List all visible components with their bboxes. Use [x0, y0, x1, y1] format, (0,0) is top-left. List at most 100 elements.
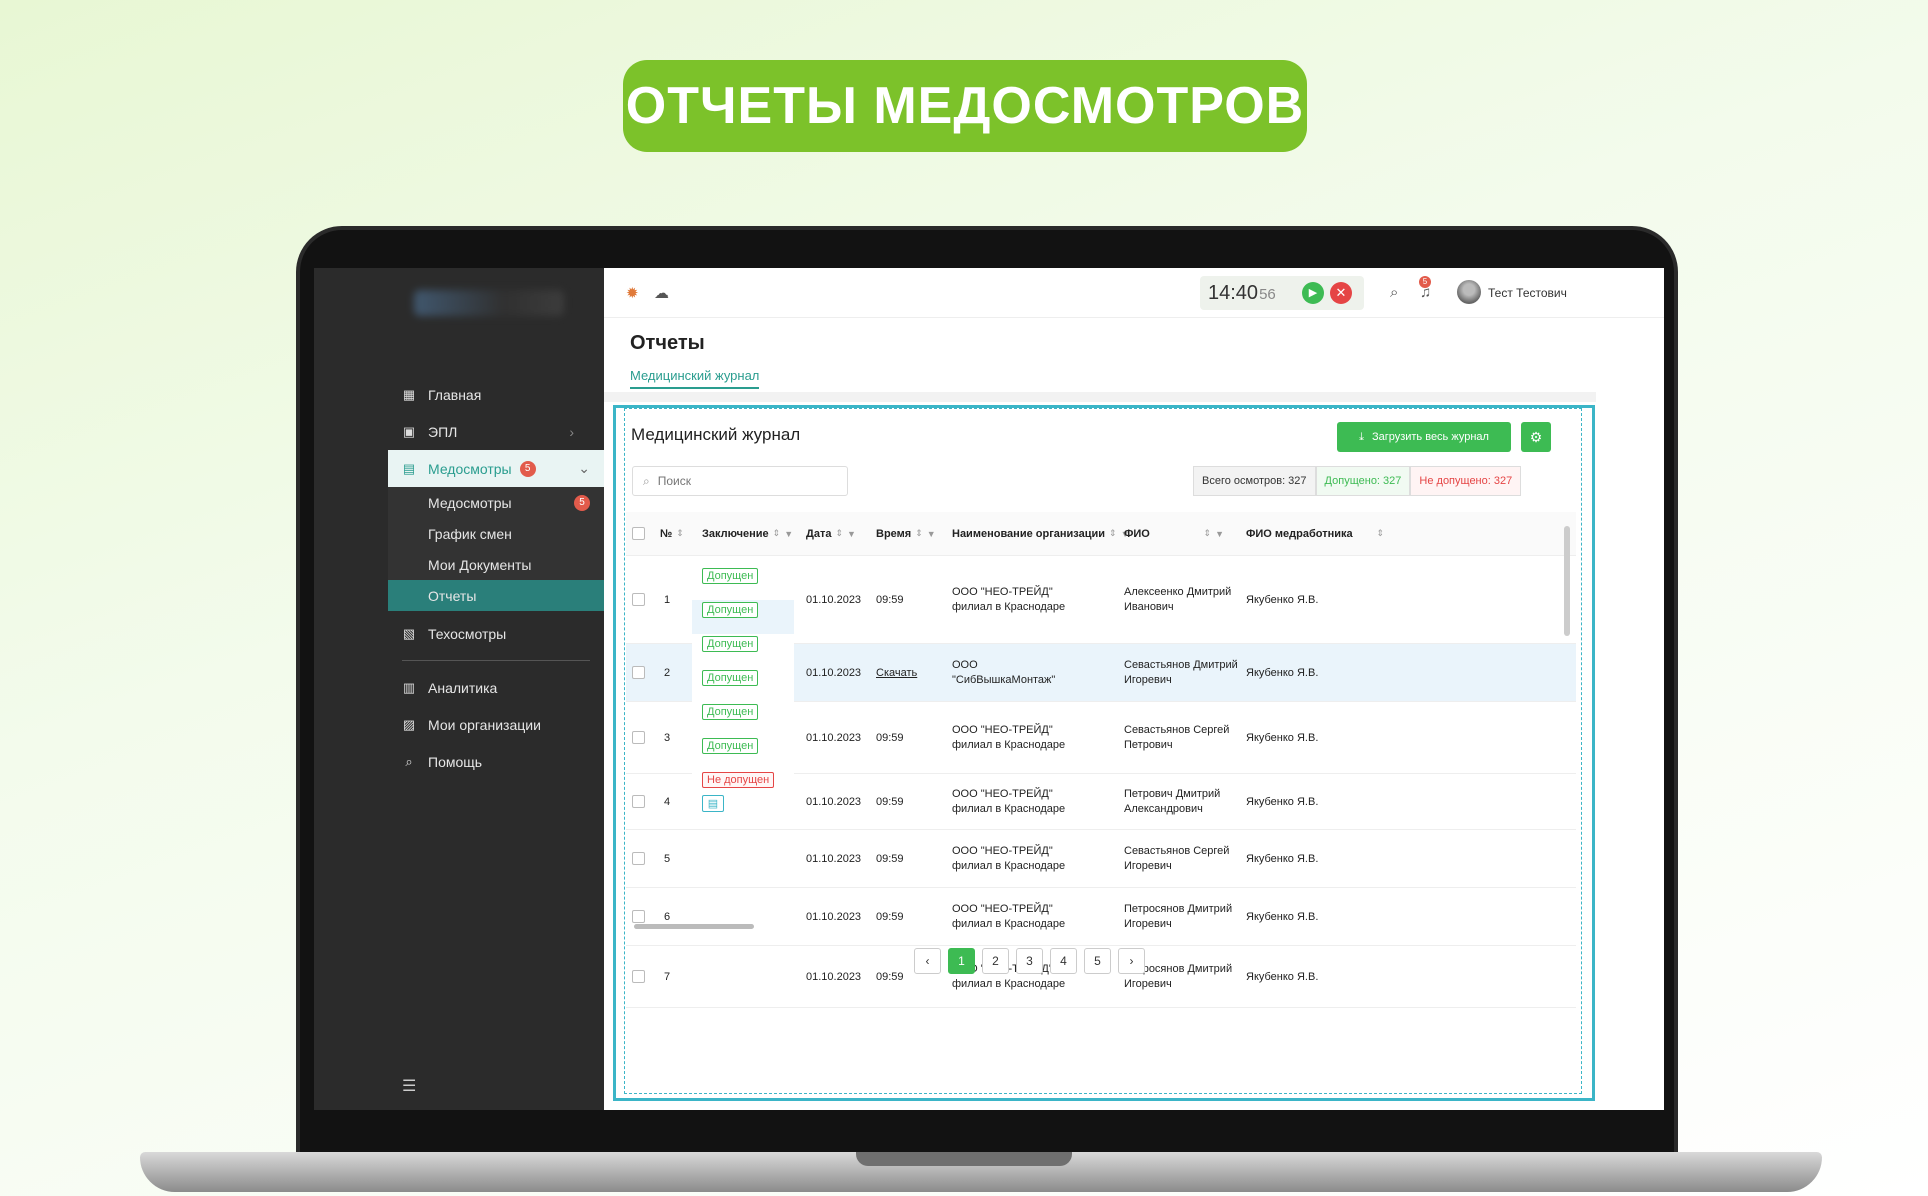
building-icon: ▨ — [402, 716, 416, 732]
status-tag-allowed[interactable]: Допущен — [702, 568, 759, 584]
cell-time: 09:59 — [876, 971, 904, 983]
stat-allowed[interactable]: Допущено: 327 — [1315, 466, 1411, 496]
row-checkbox[interactable] — [632, 795, 645, 808]
next-page-button[interactable]: › — [1118, 948, 1145, 974]
page-button[interactable]: 1 — [948, 948, 975, 974]
cell-fio-line1: Алексеенко Дмитрий — [1124, 586, 1232, 598]
select-all-checkbox[interactable] — [632, 527, 645, 540]
submenu-item-documents[interactable]: Мои Документы — [388, 549, 604, 580]
submenu-label: Отчеты — [428, 587, 477, 604]
col-header-conclusion[interactable]: Заключение ⇕ ▼ — [702, 528, 793, 540]
cell-fio-line1: Севастьянов Дмитрий — [1124, 659, 1238, 671]
cell-medic: Якубенко Я.В. — [1246, 667, 1319, 679]
sidebar-item-home[interactable]: ▦ Главная — [314, 376, 604, 413]
status-tag-allowed[interactable]: Допущен — [702, 738, 759, 754]
cell-org-line1: ООО "НЕО-ТРЕЙД" — [952, 903, 1053, 915]
sidebar-item-tech[interactable]: ▧ Техосмотры — [314, 615, 604, 652]
row-checkbox[interactable] — [632, 666, 645, 679]
row-checkbox[interactable] — [632, 852, 645, 865]
row-checkbox[interactable] — [632, 910, 645, 923]
cell-time: 09:59 — [876, 594, 904, 606]
col-header-number[interactable]: № ⇕ — [660, 528, 684, 540]
submenu-item-schedule[interactable]: График смен — [388, 518, 604, 549]
download-link[interactable]: Скачать — [876, 667, 917, 679]
status-tag-allowed[interactable]: Допущен — [702, 602, 759, 618]
sort-icon: ⇕ — [676, 528, 684, 538]
row-checkbox[interactable] — [632, 731, 645, 744]
page-button[interactable]: 5 — [1084, 948, 1111, 974]
col-header-organization[interactable]: Наименование организации ⇕ ▼ — [952, 528, 1130, 540]
sidebar-item-label: Аналитика — [428, 679, 498, 696]
gear-icon: ⚙ — [1529, 429, 1543, 445]
cell-number: 5 — [664, 853, 671, 865]
content-separator — [604, 392, 1596, 402]
timer-hours-minutes: 14:40 — [1208, 281, 1259, 304]
cell-fio-line2: Игоревич — [1124, 918, 1172, 930]
table-row[interactable]: 5 01.10.2023 09:59 ООО "НЕО-ТРЕЙД" филиал в … — [626, 830, 1576, 888]
notification-badge: 5 — [1419, 276, 1431, 288]
sidebar-divider — [402, 660, 590, 661]
cell-date: 01.10.2023 — [806, 732, 862, 744]
tab-medical-journal[interactable]: Медицинский журнал — [630, 368, 760, 389]
stop-icon[interactable]: ✕ — [1330, 282, 1352, 304]
status-tag-allowed[interactable]: Допущен — [702, 670, 759, 686]
collapse-menu-icon[interactable]: ☰ — [402, 1076, 416, 1096]
filter-icon: ▼ — [847, 528, 856, 539]
cell-number: 4 — [664, 796, 671, 808]
sidebar-item-label: Техосмотры — [428, 625, 507, 642]
app-screen: ▦ Главная ▣ ЭПЛ › ▤ Медосмотры 5 ⌄ Медос… — [314, 268, 1664, 1110]
alert-status-icon[interactable]: ✹ — [626, 284, 639, 302]
horizontal-scrollbar[interactable] — [634, 924, 754, 929]
cell-org-line1: ООО "НЕО-ТРЕЙД" — [952, 586, 1053, 598]
col-header-date[interactable]: Дата ⇕ ▼ — [806, 528, 856, 540]
filter-icon: ▼ — [1215, 528, 1224, 539]
logo — [414, 290, 564, 316]
submenu-label: График смен — [428, 525, 512, 542]
sidebar-item-help[interactable]: ⌕ Помощь — [314, 743, 604, 780]
sidebar-item-epl[interactable]: ▣ ЭПЛ › — [314, 413, 604, 450]
search-icon[interactable]: ⌕ — [1390, 284, 1398, 301]
cell-org-line2: филиал в Краснодаре — [952, 739, 1066, 751]
page-button[interactable]: 4 — [1050, 948, 1077, 974]
cell-org-line2: филиал в Краснодаре — [952, 918, 1066, 930]
settings-button[interactable]: ⚙ — [1521, 422, 1551, 452]
page-button[interactable]: 3 — [1016, 948, 1043, 974]
status-tag-allowed[interactable]: Допущен — [702, 636, 759, 652]
sort-icon: ⇕ — [1109, 528, 1117, 538]
play-icon[interactable]: ▶ — [1302, 282, 1324, 304]
avatar[interactable] — [1457, 280, 1481, 304]
table-row[interactable]: 6 01.10.2023 09:59 ООО "НЕО-ТРЕЙД" филиал в … — [626, 888, 1576, 946]
status-tag-denied[interactable]: Не допущен — [702, 772, 775, 788]
cell-date: 01.10.2023 — [806, 594, 862, 606]
sidebar-item-label: Мои организации — [428, 716, 541, 733]
cell-org-line1: ООО "НЕО-ТРЕЙД" — [952, 724, 1053, 736]
cell-org-line2: филиал в Краснодаре — [952, 860, 1066, 872]
col-header-fio[interactable]: ФИО ⇕ ▼ — [1124, 528, 1224, 540]
status-tag-allowed[interactable]: Допущен — [702, 704, 759, 720]
cell-number: 6 — [664, 911, 671, 923]
page-button[interactable]: 2 — [982, 948, 1009, 974]
sidebar-item-medical[interactable]: ▤ Медосмотры 5 ⌄ — [388, 450, 604, 487]
col-header-time[interactable]: Время ⇕ ▼ — [876, 528, 936, 540]
conclusion-column: Допущен Допущен Допущен Допущен Допущен … — [692, 566, 794, 814]
submenu-item-reports[interactable]: Отчеты — [388, 580, 604, 611]
search-input[interactable] — [657, 474, 828, 488]
user-name[interactable]: Тест Тестович — [1488, 286, 1567, 300]
sidebar-item-organizations[interactable]: ▨ Мои организации — [314, 706, 604, 743]
vertical-scrollbar[interactable] — [1564, 526, 1570, 636]
prev-page-button[interactable]: ‹ — [914, 948, 941, 974]
col-label: Дата — [806, 527, 832, 540]
stats-group: Всего осмотров: 327 Допущено: 327 Не доп… — [1193, 466, 1522, 496]
count-badge: 5 — [519, 460, 536, 477]
row-checkbox[interactable] — [632, 970, 645, 983]
submenu-item-exams[interactable]: Медосмотры 5 — [388, 487, 604, 518]
row-checkbox[interactable] — [632, 593, 645, 606]
sync-status-icon[interactable]: ☁ — [654, 284, 669, 302]
stat-denied[interactable]: Не допущено: 327 — [1410, 466, 1522, 496]
cell-fio-line2: Александрович — [1124, 803, 1203, 815]
col-header-medic[interactable]: ФИО медработника ⇕ — [1246, 528, 1384, 540]
document-icon[interactable]: ▤ — [702, 795, 724, 812]
sidebar-item-analytics[interactable]: ▥ Аналитика — [314, 669, 604, 706]
download-journal-button[interactable]: ⤓ Загрузить весь журнал — [1337, 422, 1511, 452]
filter-icon: ▼ — [784, 528, 794, 539]
